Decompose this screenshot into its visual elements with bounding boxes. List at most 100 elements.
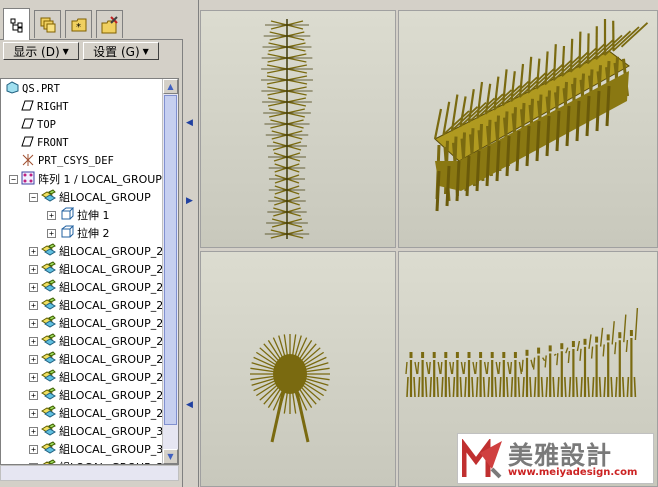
- tree-item[interactable]: + 組LOCAL_GROUP_27: [29, 368, 170, 386]
- collapse-left-icon[interactable]: ◀: [186, 400, 193, 410]
- tree-item-label: 組LOCAL_GROUP_31: [59, 443, 171, 456]
- model-leg: [436, 376, 439, 398]
- tools-icon: [101, 15, 118, 33]
- model-leg: [435, 170, 441, 212]
- tree-item[interactable]: + 組LOCAL_GROUP_29: [29, 404, 170, 422]
- collapse-icon[interactable]: −: [29, 192, 38, 202]
- tree-item[interactable]: − 組LOCAL_GROUP: [29, 188, 151, 206]
- expand-icon[interactable]: +: [29, 372, 38, 382]
- tree-item[interactable]: +組LOCAL_GROUP_32: [29, 458, 170, 464]
- tree-item[interactable]: − 阵列 1 / LOCAL_GROUP: [9, 170, 162, 188]
- model-leg: [459, 376, 463, 398]
- model-leg: [533, 376, 537, 398]
- tree-item[interactable]: + 組LOCAL_GROUP_31: [29, 440, 170, 458]
- model-leg: [575, 376, 579, 398]
- expand-icon[interactable]: +: [29, 408, 38, 418]
- collapse-icon[interactable]: −: [9, 174, 18, 184]
- tree-item[interactable]: + 組LOCAL_GROUP_20: [29, 242, 170, 260]
- expand-icon[interactable]: +: [29, 426, 38, 436]
- tree-item[interactable]: + 拉伸 1: [47, 206, 110, 224]
- left-panel: * 显示 (D) ▼ 设置 (G) ▼ QS.PRT RIGHT TOP FRONT P…: [0, 0, 183, 487]
- model-arm: [565, 347, 569, 354]
- collapse-left-icon[interactable]: ◀: [186, 118, 193, 128]
- expand-icon[interactable]: +: [29, 390, 38, 400]
- viewport-top-left[interactable]: [200, 10, 396, 248]
- model-arm: [544, 355, 547, 368]
- datum-plane-icon: [21, 117, 34, 133]
- tree-item[interactable]: + 組LOCAL_GROUP_23: [29, 296, 170, 314]
- tab-favorites[interactable]: *: [65, 10, 92, 38]
- model-leg: [535, 120, 541, 162]
- settings-dropdown-button[interactable]: 设置 (G) ▼: [83, 42, 159, 60]
- tree-item[interactable]: PRT_CSYS_DEF: [9, 152, 114, 170]
- tab-layers[interactable]: [34, 10, 61, 38]
- group-icon: [41, 422, 56, 440]
- scroll-up-button[interactable]: ▲: [163, 79, 178, 94]
- model-arm: [428, 361, 431, 375]
- tree-item-label: 組LOCAL_GROUP_27: [59, 371, 171, 384]
- tree-item-label: PRT_CSYS_DEF: [38, 155, 114, 167]
- tree-item[interactable]: + 組LOCAL_GROUP_26: [29, 350, 170, 368]
- tree-horizontal-scrollbar[interactable]: [0, 465, 179, 481]
- tree-vertical-scrollbar[interactable]: ▲ ▼: [162, 79, 178, 464]
- model-arm: [553, 353, 557, 357]
- tree-item[interactable]: + 組LOCAL_GROUP_30: [29, 422, 170, 440]
- viewport-bottom-left[interactable]: [200, 251, 396, 487]
- expand-right-icon[interactable]: ▶: [186, 196, 193, 206]
- expand-icon[interactable]: +: [47, 210, 56, 220]
- tree-item[interactable]: RIGHT: [9, 98, 69, 116]
- expand-icon[interactable]: +: [29, 264, 38, 274]
- tree-item[interactable]: + 組LOCAL_GROUP_24: [29, 314, 170, 332]
- tree-item-label: QS.PRT: [22, 83, 60, 95]
- expand-icon[interactable]: +: [47, 228, 56, 238]
- tree-item[interactable]: + 組LOCAL_GROUP_21: [29, 260, 170, 278]
- expand-icon[interactable]: +: [29, 282, 38, 292]
- model-arm: [530, 359, 534, 368]
- model-arm: [576, 340, 581, 352]
- settings-label: 设置 (G): [93, 44, 140, 59]
- tree-item[interactable]: FRONT: [9, 134, 69, 152]
- expand-icon[interactable]: +: [29, 246, 38, 256]
- model-tree[interactable]: QS.PRT RIGHT TOP FRONT PRT_CSYS_DEF − 阵列 1 / L…: [0, 78, 179, 465]
- model-arm: [486, 361, 489, 375]
- group-icon: [41, 296, 56, 314]
- display-dropdown-button[interactable]: 显示 (D) ▼: [3, 42, 79, 60]
- tree-item[interactable]: TOP: [9, 116, 56, 134]
- tab-tools[interactable]: [96, 10, 123, 38]
- tree-item[interactable]: + 組LOCAL_GROUP_25: [29, 332, 170, 350]
- group-icon: [41, 188, 56, 206]
- tree-item-label: 組LOCAL_GROUP_30: [59, 425, 171, 438]
- tree-item-label: 組LOCAL_GROUP: [59, 191, 151, 204]
- model-leg: [445, 165, 451, 207]
- panel-splitter[interactable]: ◀ ▶ ◀: [183, 0, 199, 487]
- model-leg: [595, 90, 601, 132]
- model-leg: [413, 376, 416, 398]
- model-arm: [425, 361, 430, 375]
- tree-item[interactable]: + 組LOCAL_GROUP_22: [29, 278, 170, 296]
- tree-item-label: 拉伸 1: [77, 209, 110, 222]
- display-label: 显示 (D): [13, 44, 60, 59]
- watermark-url: www.meiyadesign.com: [508, 467, 638, 478]
- scroll-down-button[interactable]: ▼: [163, 449, 178, 464]
- watermark-logo: 美雅設計 www.meiyadesign.com: [457, 433, 654, 484]
- expand-icon[interactable]: +: [29, 336, 38, 346]
- tree-item[interactable]: + 組LOCAL_GROUP_28: [29, 386, 170, 404]
- tree-item[interactable]: QS.PRT: [3, 80, 60, 98]
- model-front-view: [261, 19, 313, 239]
- model-arm: [509, 361, 513, 375]
- model-leg: [585, 95, 591, 137]
- model-leg: [487, 376, 490, 398]
- viewport-top-right[interactable]: [398, 10, 658, 248]
- tree-item[interactable]: + 拉伸 2: [47, 224, 110, 242]
- model-arm: [556, 353, 559, 366]
- tab-model-tree[interactable]: [3, 8, 30, 40]
- model-leg: [517, 376, 521, 398]
- expand-icon[interactable]: +: [29, 318, 38, 328]
- scroll-thumb[interactable]: [164, 95, 177, 425]
- expand-icon[interactable]: +: [29, 300, 38, 310]
- expand-icon[interactable]: +: [29, 444, 38, 454]
- model-leg: [485, 145, 491, 187]
- expand-icon[interactable]: +: [29, 354, 38, 364]
- model-leg: [506, 376, 509, 398]
- tree-item-label: FRONT: [37, 137, 69, 149]
